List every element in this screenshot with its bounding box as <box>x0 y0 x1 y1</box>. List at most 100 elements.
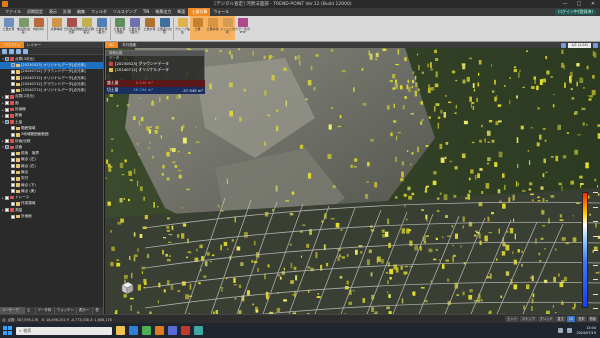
visibility-checkbox[interactable] <box>11 176 15 181</box>
point-cluster <box>401 298 404 304</box>
visibility-checkbox[interactable] <box>11 201 15 206</box>
zoom-select[interactable]: 1/2 (1:24) <box>568 42 591 48</box>
dataset-item[interactable]: [20240712] オリジナルデータ <box>106 67 204 73</box>
ribbon-tab[interactable]: 編集 <box>74 8 88 16</box>
panel-bottom-tab[interactable]: ユーザーデータ <box>0 307 25 319</box>
panel-bottom-tab[interactable]: ウォッチング <box>55 307 77 319</box>
visibility-checkbox[interactable] <box>11 76 15 81</box>
ribbon-tab[interactable]: ウォール <box>210 8 232 16</box>
ribbon-button[interactable]: 前比較点群取込 <box>79 16 94 40</box>
ribbon-button[interactable]: 土量計算 <box>1 16 16 40</box>
panel-bottom-tab[interactable]: 土量 <box>25 307 36 319</box>
ribbon-button[interactable]: 土量計算(法面) <box>112 16 127 40</box>
visibility-checkbox[interactable] <box>5 195 9 200</box>
status-toggle-button[interactable]: スナップ <box>519 316 537 322</box>
visibility-checkbox[interactable] <box>11 151 15 156</box>
store-icon[interactable] <box>142 326 151 335</box>
tab-layers[interactable]: レイヤー <box>24 42 44 48</box>
maximize-button[interactable]: □ <box>572 0 586 8</box>
visibility-checkbox[interactable] <box>5 139 9 143</box>
visibility-checkbox[interactable] <box>11 82 15 87</box>
ribbon-button[interactable]: 点群構成 <box>49 16 64 40</box>
ribbon-tab[interactable]: 表示 <box>46 8 60 16</box>
visibility-checkbox[interactable] <box>11 164 15 169</box>
collapse-all-icon[interactable] <box>9 48 14 54</box>
file-explorer-icon[interactable] <box>116 326 125 335</box>
ribbon-button[interactable]: 土量 <box>190 16 205 40</box>
visibility-checkbox[interactable] <box>11 88 15 93</box>
status-toggle-button[interactable]: 直交 <box>555 316 566 322</box>
close-button[interactable]: ✕ <box>586 0 600 8</box>
volume-icon[interactable] <box>567 328 573 333</box>
status-toggle-button[interactable]: 選択 <box>576 316 587 322</box>
ribbon-tab[interactable]: フィルタ <box>88 8 110 16</box>
expand-all-icon[interactable] <box>2 48 7 54</box>
ribbon-button[interactable]: 土量計算(差分) <box>127 16 142 40</box>
minimize-button[interactable]: — <box>558 0 572 8</box>
ribbon-button[interactable]: 重点別(最良) <box>16 16 31 40</box>
status-toggle-button[interactable]: グリッド <box>537 316 555 322</box>
visibility-checkbox[interactable] <box>11 132 15 137</box>
taskbar-search-input[interactable]: ⌕ 検索 <box>16 326 112 335</box>
trend-point-app-icon[interactable] <box>155 326 164 335</box>
ribbon-button[interactable]: メッシュ分析 <box>220 16 235 40</box>
ribbon-tab[interactable]: 計測 <box>60 8 74 16</box>
ribbon-tab[interactable]: 帳票出力 <box>152 8 174 16</box>
visibility-checkbox[interactable] <box>11 63 15 68</box>
fit-view-icon[interactable] <box>561 42 567 48</box>
ribbon-button[interactable]: 土量差分比較 <box>157 16 172 40</box>
ribbon-button[interactable]: カラー表示 PHP <box>235 16 250 40</box>
ribbon-tab[interactable]: TIN <box>140 8 153 16</box>
navigation-cube-icon[interactable] <box>119 280 135 296</box>
ribbon-button[interactable]: 土量計算(差分) <box>94 16 109 40</box>
point-cluster <box>481 124 483 128</box>
panel-bottom-tab[interactable]: 表示一覧 <box>77 307 94 319</box>
ribbon-button[interactable]: 土量計算 <box>142 16 157 40</box>
ribbon-button[interactable]: グループ編集 <box>175 16 190 40</box>
status-toggle-button[interactable]: ヒント <box>505 316 519 322</box>
ribbon-tab[interactable]: 初期設定 <box>24 8 46 16</box>
tab-parallel-view[interactable]: 平行投影 <box>118 42 140 48</box>
teams-icon[interactable] <box>168 326 177 335</box>
visibility-checkbox[interactable] <box>5 107 9 112</box>
clock[interactable]: 13:04 2024/07/19 <box>576 326 596 335</box>
ribbon-tab[interactable]: 土量計算 <box>188 8 211 16</box>
pdf-reader-icon[interactable] <box>181 326 190 335</box>
visibility-checkbox[interactable] <box>5 113 9 118</box>
tab-properties[interactable]: プロパティ <box>0 42 24 48</box>
visibility-checkbox[interactable] <box>11 214 15 219</box>
visibility-checkbox[interactable] <box>5 101 9 106</box>
delete-layer-icon[interactable] <box>23 48 28 54</box>
visibility-checkbox[interactable] <box>11 126 15 131</box>
add-layer-icon[interactable] <box>16 48 21 54</box>
user-status-badge[interactable]: ログイン中(登録済) <box>554 9 596 15</box>
visibility-checkbox[interactable] <box>5 208 9 213</box>
ribbon-tab[interactable]: ファイル <box>2 8 24 16</box>
visibility-checkbox[interactable] <box>11 170 15 175</box>
visibility-checkbox[interactable] <box>11 189 15 194</box>
edge-browser-icon[interactable] <box>129 326 138 335</box>
tab-3d-view[interactable]: 3D <box>105 42 119 48</box>
ribbon-button[interactable]: 日付別点群比較 <box>64 16 79 40</box>
mail-icon[interactable] <box>194 326 203 335</box>
settings-icon[interactable] <box>593 42 598 48</box>
network-icon[interactable] <box>558 328 564 333</box>
visibility-checkbox[interactable] <box>11 69 15 74</box>
visibility-checkbox[interactable] <box>5 94 9 99</box>
status-toggle-button[interactable]: 3D <box>566 316 576 322</box>
ribbon-tab[interactable]: 断面 <box>174 8 188 16</box>
ribbon-tab[interactable]: ソルスデンプ <box>110 8 140 16</box>
visibility-checkbox[interactable] <box>11 157 15 162</box>
windows-start-icon[interactable] <box>3 326 12 335</box>
ribbon-button[interactable]: 内訳(印) <box>31 16 46 40</box>
panel-bottom-tab[interactable]: 表示 <box>93 307 105 319</box>
visibility-checkbox[interactable] <box>11 183 15 188</box>
visibility-checkbox[interactable] <box>5 145 9 150</box>
tree-item[interactable]: 計画面 <box>0 213 103 219</box>
panel-bottom-tab[interactable]: データ特性 <box>36 307 55 319</box>
status-toggle-button[interactable]: 断面 <box>587 316 598 322</box>
visibility-checkbox[interactable] <box>5 120 9 125</box>
visibility-checkbox[interactable] <box>5 57 9 62</box>
3d-viewport[interactable]: 3D 平行投影 1/2 (1:24) 体積比較 データ [20230523] グ… <box>105 42 600 314</box>
ribbon-button[interactable]: 土量情報 <box>205 16 220 40</box>
